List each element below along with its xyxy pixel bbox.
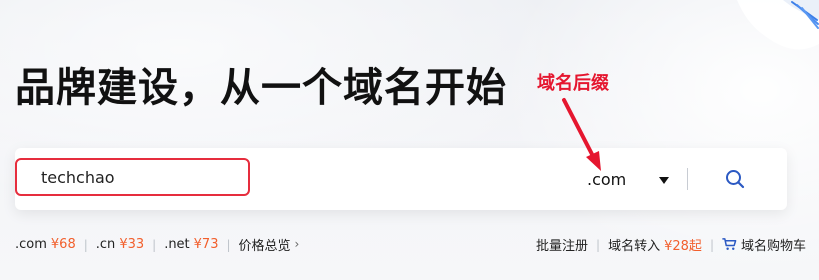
price-item-com[interactable]: .com ¥68: [15, 237, 76, 252]
domain-cart-link[interactable]: 域名购物车: [722, 235, 806, 254]
domain-cart-label: 域名购物车: [740, 239, 806, 254]
search-button[interactable]: [715, 160, 755, 198]
price-overview-label: 价格总览: [238, 239, 291, 254]
bulk-register-link[interactable]: 批量注册: [536, 235, 588, 254]
price-item-cn[interactable]: .cn ¥33: [96, 237, 144, 252]
price-extension: .com: [15, 237, 47, 252]
domain-search-input[interactable]: [15, 158, 250, 196]
chevron-right-icon: ›: [294, 236, 300, 251]
shopping-cart-icon: [722, 238, 737, 250]
price-overview-link[interactable]: 价格总览 ›: [238, 235, 300, 255]
price-extension: .net: [164, 237, 190, 252]
annotation-arrow: [562, 98, 601, 171]
divider: [687, 168, 688, 190]
transfer-price: ¥28起: [664, 239, 702, 254]
domain-actions: 批量注册 | 域名转入 ¥28起 | 域名购物车: [536, 235, 806, 255]
annotation-label: 域名后缀: [537, 73, 609, 94]
separator: |: [83, 237, 88, 252]
separator: |: [709, 237, 714, 252]
price-extension: .cn: [95, 237, 116, 252]
decorative-corner-art: [737, 0, 819, 50]
price-value: ¥33: [119, 237, 145, 252]
separator: |: [152, 237, 157, 252]
chevron-down-icon: [659, 176, 669, 184]
price-list: .com ¥68 | .cn ¥33 | .net ¥73 | 价格总览 ›: [15, 235, 300, 255]
price-value: ¥68: [50, 237, 76, 252]
domain-search-panel: .com: [15, 148, 787, 210]
domain-transfer-link[interactable]: 域名转入 ¥28起: [608, 235, 702, 254]
search-icon: [726, 170, 745, 189]
price-item-net[interactable]: .net ¥73: [164, 237, 218, 252]
separator: |: [226, 237, 231, 252]
domain-transfer-label: 域名转入: [608, 239, 661, 254]
page-headline: 品牌建设，从一个域名开始: [15, 65, 507, 111]
price-value: ¥73: [193, 237, 219, 252]
bulk-register-label: 批量注册: [536, 239, 589, 254]
separator: |: [596, 237, 601, 252]
